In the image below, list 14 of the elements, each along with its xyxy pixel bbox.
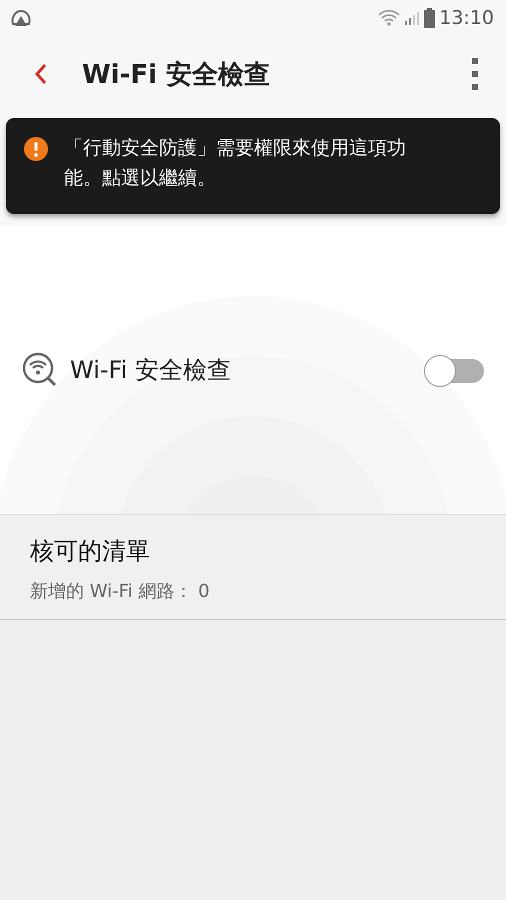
wifi-search-icon (22, 352, 58, 388)
warning-icon (24, 137, 48, 161)
list-subtitle: 新增的 Wi-Fi 網路： 0 (30, 580, 211, 603)
clock-time: 13:10 (439, 7, 494, 29)
list-title: 核可的清單 (30, 536, 151, 567)
approved-list-item[interactable]: 核可的清單 新增的 Wi-Fi 網路： 0 (0, 514, 506, 620)
page-title: Wi-Fi 安全檢查 (82, 58, 272, 92)
feature-label: Wi-Fi 安全檢查 (70, 355, 232, 386)
battery-icon (424, 8, 436, 28)
toggle-switch[interactable] (424, 355, 484, 385)
signal-icon (404, 10, 420, 26)
wifi-icon (378, 9, 400, 27)
permission-banner[interactable]: 「行動安全防護」需要權限來使用這項功能。點選以繼續。 (6, 118, 500, 214)
notification-icon (10, 8, 32, 28)
